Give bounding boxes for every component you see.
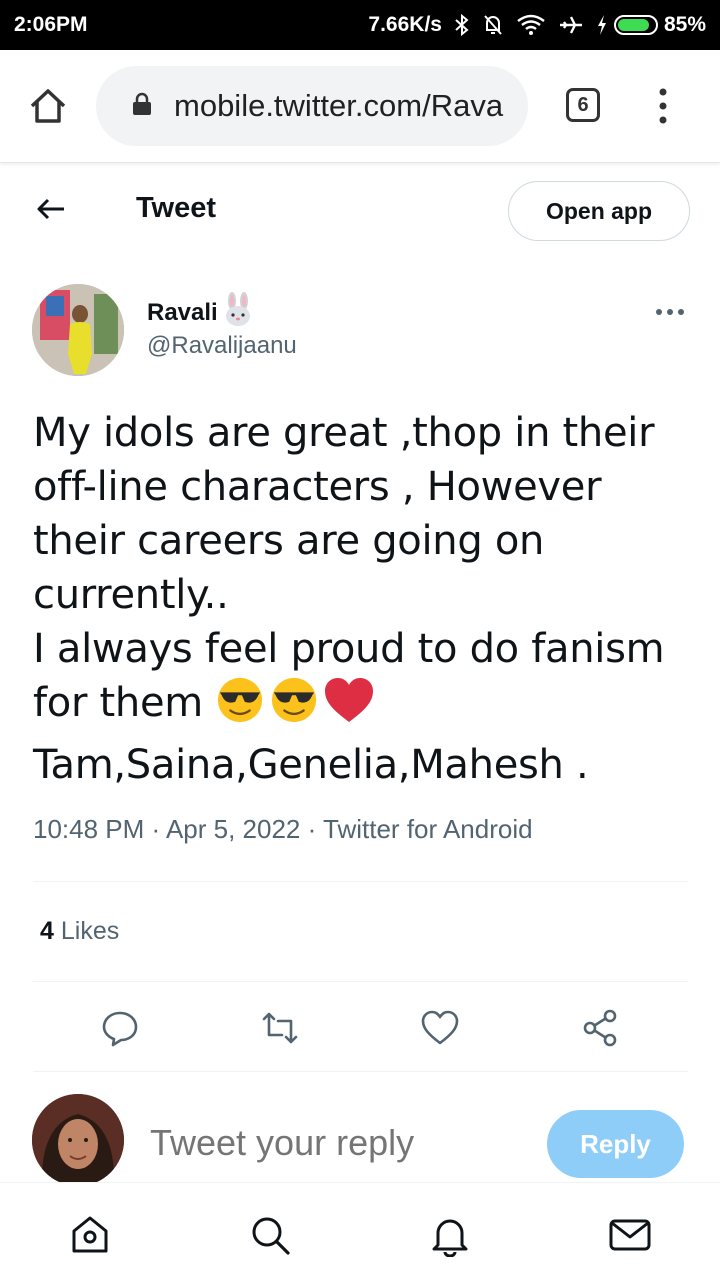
- notifications-bell-icon[interactable]: [428, 1213, 472, 1258]
- reply-button[interactable]: Reply: [547, 1110, 684, 1178]
- author-avatar[interactable]: [32, 284, 124, 376]
- back-arrow-icon[interactable]: [34, 192, 68, 226]
- user-avatar[interactable]: [32, 1094, 124, 1186]
- tweet-text: My idols are great ,thop in their off-li…: [33, 406, 693, 792]
- wifi-icon: [516, 13, 546, 37]
- divider: [33, 1071, 688, 1072]
- home-icon[interactable]: [26, 84, 70, 128]
- like-heart-icon[interactable]: [420, 1008, 460, 1048]
- tweet-text-line1: My idols are great ,thop in their off-li…: [33, 410, 655, 618]
- tweet-text-line3: Tam,Saina,Genelia,Mahesh .: [33, 742, 589, 788]
- status-time: 2:06PM: [14, 13, 88, 36]
- reply-icon[interactable]: [100, 1008, 140, 1048]
- tweet-header: Tweet Open app: [0, 162, 720, 262]
- more-options-icon[interactable]: [654, 304, 686, 315]
- battery-icon: [613, 15, 658, 35]
- lock-icon: [132, 92, 152, 121]
- share-icon[interactable]: [580, 1008, 620, 1048]
- battery-indicator: 85%: [596, 13, 706, 37]
- muted-bell-icon: [482, 13, 504, 37]
- battery-percent: 85%: [663, 13, 706, 36]
- sunglasses-emoji: [215, 676, 265, 738]
- bottom-navigation: [0, 1182, 720, 1281]
- url-text: mobile.twitter.com/Ravalijaanu: [174, 88, 504, 123]
- network-speed: 7.66K/s: [368, 13, 442, 36]
- tab-switcher-button[interactable]: 6: [566, 88, 600, 122]
- status-bar: 2:06PM 7.66K/s 85%: [0, 0, 720, 50]
- likes-count[interactable]: 4 Likes: [40, 917, 119, 946]
- likes-label: Likes: [60, 917, 120, 945]
- retweet-icon[interactable]: [260, 1008, 300, 1048]
- tweet-timestamp[interactable]: 10:48 PM · Apr 5, 2022 · Twitter for And…: [33, 814, 533, 845]
- likes-number: 4: [40, 917, 54, 945]
- rabbit-emoji: [222, 292, 254, 333]
- page-title: Tweet: [136, 192, 217, 224]
- open-app-button[interactable]: Open app: [508, 181, 690, 241]
- author-handle[interactable]: @Ravalijaanu: [147, 332, 297, 360]
- status-icons: 7.66K/s 85%: [368, 13, 706, 37]
- airplane-icon: [558, 13, 584, 37]
- red-heart-emoji: [323, 676, 375, 738]
- tweet-author: Ravali @Ravalijaanu: [0, 280, 720, 380]
- reply-input[interactable]: [150, 1122, 510, 1164]
- search-icon[interactable]: [248, 1213, 292, 1257]
- author-name-text: Ravali: [147, 298, 218, 326]
- author-name[interactable]: Ravali: [147, 292, 254, 333]
- address-bar[interactable]: mobile.twitter.com/Ravalijaanu: [96, 66, 528, 146]
- bluetooth-icon: [454, 13, 470, 37]
- divider: [33, 981, 688, 982]
- tweet-actions: [0, 998, 720, 1058]
- reply-composer: Reply: [0, 1082, 720, 1186]
- divider: [33, 881, 688, 882]
- messages-mail-icon[interactable]: [608, 1213, 652, 1257]
- browser-toolbar: mobile.twitter.com/Ravalijaanu 6: [0, 50, 720, 163]
- charging-icon: [596, 14, 608, 36]
- sunglasses-emoji: [269, 676, 319, 738]
- browser-menu-icon[interactable]: [654, 86, 672, 126]
- home-icon[interactable]: [68, 1213, 112, 1257]
